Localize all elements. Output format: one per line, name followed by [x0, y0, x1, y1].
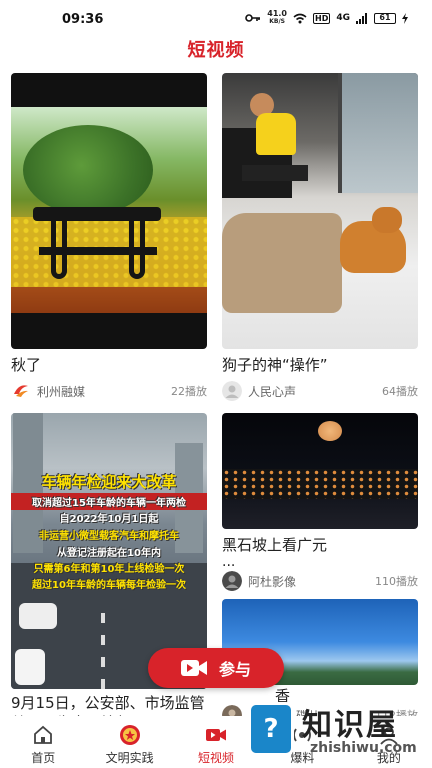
watermark: ? 知识屋 zhishiwu.com — [248, 700, 428, 762]
video-title[interactable]: 秋了 — [11, 355, 207, 375]
join-button[interactable]: 参与 — [148, 648, 284, 688]
video-thumbnail[interactable] — [222, 73, 418, 349]
overlay-headline: 车辆年检迎来大改革 — [41, 473, 177, 491]
title-ellipsis: ... — [222, 554, 236, 570]
video-camera-icon — [206, 729, 227, 741]
charging-icon — [402, 12, 408, 24]
tree-shape — [23, 125, 153, 215]
video-meta: 利州融媒 22播放 — [11, 381, 207, 401]
city-lights — [222, 469, 418, 499]
nav-label: 首页 — [31, 751, 56, 765]
nav-item-short-video[interactable]: 短视频 — [173, 716, 259, 768]
signal-label: 4G — [336, 13, 350, 23]
car-shape — [19, 603, 57, 629]
overlay-line: 只需第6年和第10年上线检验一次 — [33, 564, 185, 575]
battery-level: 61 — [379, 12, 391, 22]
chair-shape — [222, 213, 342, 313]
lane-marking — [101, 613, 105, 689]
play-count: 64播放 — [382, 385, 418, 398]
watermark-url: zhishiwu.com — [310, 740, 417, 756]
hd-badge: HD — [313, 12, 331, 24]
dog-head — [372, 207, 402, 233]
net-speed-unit: KB/S — [269, 18, 285, 25]
video-card[interactable]: 秋了 利州融媒 22播放 — [11, 73, 207, 401]
key-icon — [245, 14, 261, 22]
overlay-line: 自2022年10月1日起 — [59, 514, 159, 525]
overlay-line: 从登记注册起在10年内 — [57, 548, 161, 559]
overlay-line: 非运营小微型载客汽车和摩托车 — [39, 531, 179, 542]
play-count: 110播放 — [375, 575, 418, 588]
page-title: 短视频 — [187, 40, 245, 61]
status-time: 09:36 — [62, 12, 104, 27]
window-shape — [338, 73, 418, 193]
overlay-subtitle: 取消超过15年车龄的车辆一年两检 — [11, 493, 207, 510]
feed-column-left: 秋了 利州融媒 22播放 车辆年检迎来大改革 取消超过15年车龄的车辆一年两检 … — [11, 73, 207, 733]
watermark-text: 知识屋 — [302, 708, 398, 743]
overlay-line: 超过10年车龄的车辆每年检验一次 — [32, 580, 186, 591]
car-shape — [15, 649, 45, 685]
source-name[interactable]: 利州融媒 — [37, 383, 171, 400]
video-thumbnail[interactable] — [222, 413, 418, 529]
wifi-icon — [293, 13, 307, 23]
bench-seat — [39, 247, 157, 255]
feed-column-right: 狗子的神“操作” 人民心声 64播放 黑石坡上看广元 ... 阿杜影像 110播… — [222, 73, 418, 725]
source-name[interactable]: 人民心声 — [248, 383, 382, 400]
video-card[interactable]: 狗子的神“操作” 人民心声 64播放 — [222, 73, 418, 401]
net-speed: 41.0 KB/S — [267, 10, 287, 26]
join-button-label: 参与 — [218, 660, 251, 679]
video-title[interactable]: 狗子的神“操作” — [222, 355, 418, 375]
thumbnail-scene — [11, 107, 207, 313]
nav-item-home[interactable]: 首页 — [0, 716, 86, 768]
watermark-badge-icon: ? — [248, 702, 294, 756]
video-meta: 人民心声 64播放 — [222, 381, 418, 401]
home-icon — [34, 725, 53, 744]
signal-bars-icon — [356, 12, 367, 24]
person-body — [256, 113, 296, 155]
video-thumbnail[interactable] — [11, 73, 207, 349]
nav-label: 短视频 — [198, 751, 235, 765]
net-speed-value: 41.0 — [267, 9, 287, 18]
video-meta: 阿杜影像 110播放 — [222, 571, 418, 591]
battery-icon: 61 — [374, 12, 396, 24]
bench-shape — [242, 165, 308, 181]
status-icons: 41.0 KB/S HD 4G 61 — [245, 10, 408, 26]
nav-item-civilization[interactable]: 文明实践 — [86, 716, 172, 768]
nav-label: 文明实践 — [105, 751, 154, 765]
moon-shape — [318, 421, 342, 441]
video-camera-icon — [180, 660, 207, 676]
status-bar: 09:36 41.0 KB/S HD 4G 61 — [0, 0, 432, 36]
video-card[interactable]: 黑石坡上看广元 ... 阿杜影像 110播放 — [222, 413, 418, 591]
play-count: 22播放 — [171, 385, 207, 398]
source-name[interactable]: 阿杜影像 — [248, 573, 375, 590]
emblem-icon — [119, 725, 140, 745]
default-avatar-icon[interactable] — [222, 381, 242, 401]
source-avatar-icon[interactable] — [222, 571, 242, 591]
source-logo-icon[interactable] — [11, 381, 31, 401]
video-title[interactable]: 黑石坡上看广元 — [222, 535, 418, 555]
